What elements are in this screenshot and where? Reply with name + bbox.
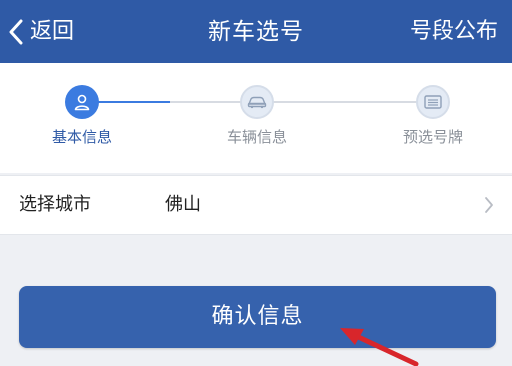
city-label: 选择城市 [19,194,91,215]
back-label: 返回 [30,19,75,44]
license-plate-icon [424,95,442,109]
car-icon [247,96,267,109]
city-selector[interactable]: 选择城市 佛山 [0,175,512,235]
page-title: 新车选号 [208,19,304,45]
step-label-plate-selection: 预选号牌 [402,128,463,146]
step-connector [170,101,242,103]
user-icon [74,94,90,111]
step-vehicle-info [240,85,274,119]
back-button[interactable]: 返回 [8,14,74,50]
segment-announcement-link[interactable]: 号段公布 [410,14,498,50]
step-label-basic-info: 基本信息 [51,128,112,146]
step-connector [272,101,417,103]
chevron-left-icon [9,19,23,45]
step-label-vehicle-info: 车辆信息 [226,128,287,146]
progress-steps: 基本信息 车辆信息 预选号牌 [0,63,512,173]
top-bar: 返回 新车选号 号段公布 [0,0,512,63]
chevron-right-icon [485,197,493,213]
red-arrow-icon [340,328,419,366]
city-value: 佛山 [165,194,201,215]
step-plate-selection [416,85,450,119]
step-connector-active [98,101,170,103]
step-basic-info [65,85,99,119]
confirm-info-button[interactable]: 确认信息 [19,286,496,348]
